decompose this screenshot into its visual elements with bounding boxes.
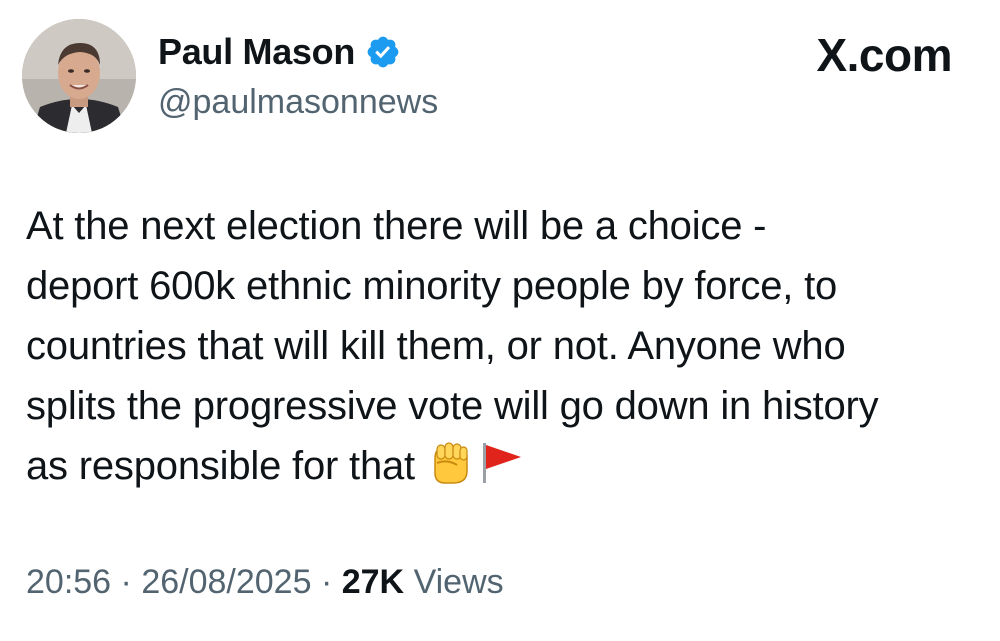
avatar-image xyxy=(22,19,136,133)
brand-logo: X.com xyxy=(816,29,952,81)
tweet-line: At the next election there will be a cho… xyxy=(26,204,767,248)
tweet-card: Paul Mason @paulmasonnews X.com At the n… xyxy=(0,0,1000,641)
avatar[interactable] xyxy=(22,19,136,133)
author-handle[interactable]: @paulmasonnews xyxy=(158,82,438,122)
views-count: 27K xyxy=(341,563,405,601)
tweet-date[interactable]: 26/08/2025 xyxy=(141,563,311,601)
meta-separator: · xyxy=(320,563,333,601)
tweet-emojis xyxy=(427,437,525,487)
meta-separator: · xyxy=(120,563,132,601)
author-display-name[interactable]: Paul Mason xyxy=(158,30,355,74)
tweet-time[interactable]: 20:56 xyxy=(26,563,111,601)
tweet-line: deport 600k ethnic minority people by fo… xyxy=(26,264,838,308)
tweet-meta: 20:56 · 26/08/2025 · 27K Views xyxy=(26,560,504,604)
tweet-line: splits the progressive vote will go down… xyxy=(26,384,879,428)
views-label: Views xyxy=(413,563,504,601)
verified-badge-icon xyxy=(367,36,399,68)
raised-fist-icon xyxy=(434,442,468,484)
tweet-line: as responsible for that xyxy=(26,444,415,488)
tweet-line: countries that will kill them, or not. A… xyxy=(26,324,846,368)
author-name-row: Paul Mason xyxy=(158,30,401,74)
tweet-text: At the next election there will be a cho… xyxy=(26,196,986,496)
red-flag-icon xyxy=(482,443,521,483)
